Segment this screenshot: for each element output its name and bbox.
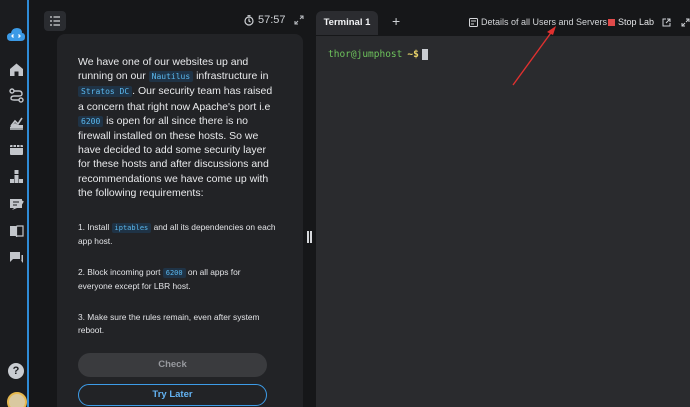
question-body: We have one of our websites up and runni…: [78, 55, 276, 337]
chat-icon[interactable]: [9, 251, 24, 266]
intro-text: infrastructure in: [193, 70, 269, 83]
app-root: ? 57:57 We have one of our websites up a…: [0, 0, 690, 407]
req-text: 1. Install: [78, 222, 112, 233]
code-port: 6200: [162, 268, 186, 279]
lab-header: 57:57: [37, 8, 310, 34]
help-icon[interactable]: ?: [8, 363, 24, 379]
terminal-window[interactable]: thor@jumphost ~$: [316, 36, 690, 407]
expand-icon[interactable]: [681, 18, 690, 27]
add-tab-button[interactable]: +: [392, 13, 400, 29]
menu-button[interactable]: [44, 11, 66, 31]
check-button[interactable]: Check: [78, 353, 267, 377]
terminal-cursor: [421, 49, 428, 60]
code-stratos-dc: Stratos DC: [78, 86, 133, 98]
stop-lab-button[interactable]: Stop Lab: [608, 17, 654, 27]
film-icon[interactable]: [9, 142, 24, 157]
book-icon[interactable]: [9, 224, 24, 239]
requirement-2: 2. Block incoming port 6200 on all apps …: [78, 266, 276, 293]
chart-icon[interactable]: [9, 115, 24, 130]
terminal-prompt: thor@jumphost ~$: [328, 49, 428, 60]
stop-lab-label: Stop Lab: [618, 17, 655, 27]
requirement-1: 1. Install iptables and all its dependen…: [78, 221, 276, 248]
prompt-user: thor@jumphost: [328, 49, 403, 60]
prompt-suffix: ~$: [407, 49, 419, 60]
route-icon[interactable]: [9, 88, 24, 103]
hierarchy-icon[interactable]: [9, 169, 24, 184]
question-intro: We have one of our websites up and runni…: [78, 55, 276, 200]
stopwatch-icon: [244, 14, 254, 26]
server-icon: [469, 17, 478, 27]
external-link-icon[interactable]: [662, 18, 671, 27]
annotation-arrow-icon: [512, 26, 556, 86]
tab-terminal-1[interactable]: Terminal 1: [316, 11, 378, 35]
menu-icon: [50, 16, 60, 26]
terminal-tab-bar: Terminal 1 + Details of all Users and Se…: [316, 8, 690, 36]
panel-resize-handle[interactable]: [307, 231, 312, 243]
code-port: 6200: [78, 115, 104, 127]
requirement-3: 3. Make sure the rules remain, even afte…: [78, 312, 260, 336]
stop-icon: [608, 18, 615, 26]
code-nautilus: Nautilus: [148, 71, 194, 83]
question-card: We have one of our websites up and runni…: [57, 34, 303, 407]
avatar[interactable]: [7, 392, 27, 407]
expand-icon[interactable]: [294, 15, 304, 25]
cloud-logo-icon[interactable]: [7, 28, 25, 42]
timer-value: 57:57: [258, 14, 286, 26]
req-text: 2. Block incoming port: [78, 267, 163, 278]
edit-icon[interactable]: [9, 197, 24, 212]
intro-text: is open for all since there is no firewa…: [78, 114, 269, 199]
left-nav-rail: ?: [0, 0, 29, 407]
lab-timer: 57:57: [244, 14, 286, 26]
home-icon[interactable]: [9, 62, 24, 77]
try-later-button[interactable]: Try Later: [78, 384, 267, 406]
code-iptables: iptables: [111, 223, 152, 234]
